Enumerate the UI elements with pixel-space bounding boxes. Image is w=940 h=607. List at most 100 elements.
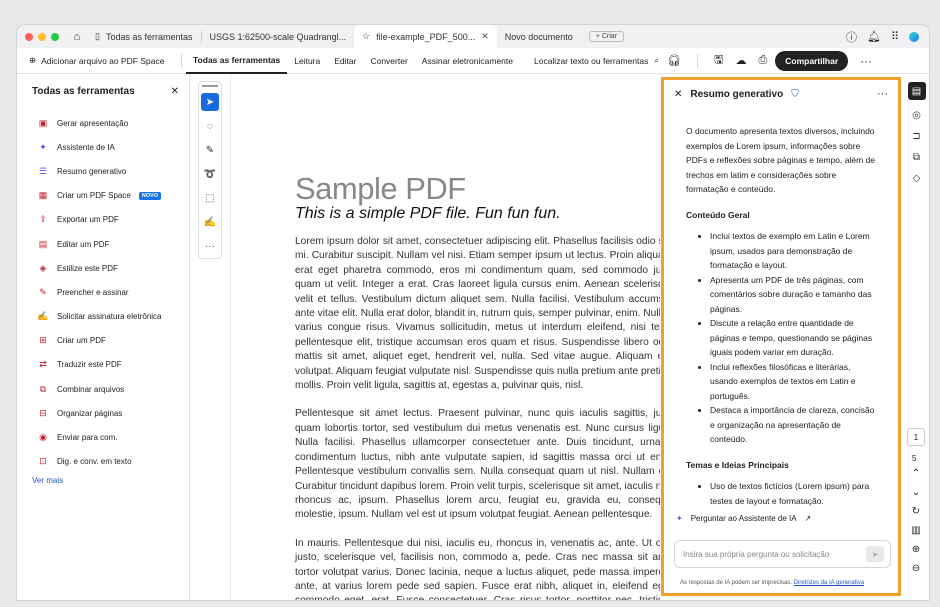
rotate-icon[interactable]: ↻ (912, 506, 920, 517)
home-icon[interactable]: ⌂ (67, 31, 87, 43)
summary-section-title: Conteúdo Geral (686, 209, 750, 220)
tab-all-tools[interactable]: ▯ Todas as ferramentas (87, 25, 201, 48)
star-icon[interactable]: ☆ (362, 31, 370, 42)
zoom-in-icon[interactable]: ⊕ (912, 544, 920, 555)
new-tab-button[interactable]: + Criar (588, 31, 625, 42)
page-scan-icon[interactable]: ▥ (911, 525, 920, 536)
open-external-icon: ↗ (804, 514, 812, 523)
close-window-button[interactable] (25, 32, 33, 41)
summary-panel-icon[interactable]: ▤ (907, 82, 926, 100)
tool-scan-ocr[interactable]: ⊡ Dig. e conv. em texto (17, 450, 189, 474)
list-item: Apresenta um PDF de três páginas, com co… (710, 273, 878, 317)
list-item: Inclui reflexões filosóficas e literária… (710, 360, 878, 404)
comment-icon[interactable]: ◌ (201, 117, 219, 135)
divider (697, 53, 699, 68)
more-options-icon[interactable]: ··· (877, 88, 888, 100)
tool-send-comments[interactable]: ◉ Enviar para com. (17, 425, 189, 449)
layers-icon[interactable]: ◇ (913, 173, 921, 184)
ai-assistant-icon: ✦ (39, 141, 47, 152)
summary-header: ✕ Resumo generativo ⛉ ··· (664, 80, 898, 108)
tool-combine-files[interactable]: ⧉ Combinar arquivos (17, 377, 189, 401)
ai-guidelines-link[interactable]: Diretrizes da IA generativa (794, 580, 864, 586)
lasso-icon[interactable]: ➰ (201, 165, 219, 183)
find-text-button[interactable]: Localizar texto ou ferramentas ⌕ (534, 55, 659, 66)
document-title: Sample PDF (295, 171, 466, 206)
tools-panel-title: Todas as ferramentas (32, 86, 135, 97)
shield-icon[interactable]: ⛉ (791, 89, 799, 100)
document-viewer[interactable]: Sample PDF This is a simple PDF file. Fu… (230, 74, 660, 600)
ask-ai-assistant-button[interactable]: ✦ Perguntar ao Assistente de IA ↗ (676, 514, 811, 523)
menu-edit[interactable]: Editar (327, 48, 363, 74)
menu-read[interactable]: Leitura (287, 48, 327, 74)
tool-generate-presentation[interactable]: ▣ Gerar apresentação (17, 111, 189, 135)
apps-grid-icon[interactable]: ⠿ (891, 30, 899, 43)
tool-create-pdf-space[interactable]: ▦ Criar um PDF Space NOVO (17, 184, 189, 208)
close-icon[interactable]: ✕ (674, 89, 682, 100)
bell-icon[interactable]: 🔔︎ (867, 30, 881, 43)
summary-icon: ☰ (38, 165, 48, 176)
chevron-up-icon[interactable]: ⌃ (912, 468, 920, 479)
drag-handle[interactable] (202, 85, 218, 87)
ai-prompt-input[interactable]: Insira sua própria pergunta ou solicitaç… (674, 540, 891, 568)
tool-organize-pages[interactable]: ⊟ Organizar páginas (17, 401, 189, 425)
toolbar-icons: 🎧︎ 🖫 ☁ ⎙ (667, 51, 767, 70)
bookmark-icon[interactable]: ⊐ (912, 131, 920, 142)
tab-new-document[interactable]: Novo documento (497, 25, 581, 48)
tools-list: ▣ Gerar apresentação ✦ Assistente de IA ☰ R… (17, 111, 189, 474)
share-button[interactable]: Compartilhar (775, 50, 849, 71)
chevron-down-icon[interactable]: ⌄ (912, 487, 920, 498)
pen-icon[interactable]: ✎ (201, 141, 219, 159)
document-paragraph: Lorem ipsum dolor sit amet, consectetuer… (295, 236, 660, 392)
avatar[interactable] (909, 31, 919, 42)
add-to-pdf-space-button[interactable]: ⊕ Adicionar arquivo ao PDF Space (17, 55, 177, 66)
tab-usgs[interactable]: USGS 1:62500-scale Quadrangl... (202, 25, 355, 48)
text-select-icon[interactable]: ⬚ (201, 189, 219, 207)
tool-edit-pdf[interactable]: ▤ Editar um PDF (17, 232, 189, 256)
tool-export-pdf[interactable]: ⇪ Exportar um PDF (17, 208, 189, 232)
see-more-link[interactable]: Ver mais (17, 476, 189, 485)
more-tools-icon[interactable]: ··· (201, 237, 219, 255)
send-icon[interactable]: ➤ (866, 546, 884, 562)
minimize-window-button[interactable] (38, 32, 46, 41)
save-icon[interactable]: 🖫 (714, 51, 723, 70)
tool-fill-sign[interactable]: ✎ Preencher e assinar (17, 280, 189, 304)
tool-request-signature[interactable]: ✍ Solicitar assinatura eletrônica (17, 305, 189, 329)
tool-translate-pdf[interactable]: ⇄ Traduzir este PDF (17, 353, 189, 377)
menu-convert[interactable]: Converter (363, 48, 414, 74)
translate-icon: ⇄ (39, 359, 47, 370)
maximize-window-button[interactable] (51, 32, 59, 41)
upload-cloud-icon[interactable]: ☁ (735, 54, 746, 67)
menu-all-tools[interactable]: Todas as ferramentas (186, 48, 288, 74)
ai-disclaimer: As respostas de IA podem ser imprecisas.… (679, 580, 865, 586)
close-icon[interactable]: ✕ (171, 86, 179, 97)
export-icon: ⇪ (39, 214, 47, 225)
tool-ai-assistant[interactable]: ✦ Assistente de IA (17, 135, 189, 159)
top-menu: Todas as ferramentas Leitura Editar Conv… (186, 48, 520, 74)
panel-icon: ▯ (95, 31, 100, 41)
all-tools-panel: Todas as ferramentas ✕ ▣ Gerar apresentaç… (17, 74, 190, 600)
list-item: Destaca a importância de clareza, concis… (710, 403, 878, 447)
sign-icon[interactable]: ✍ (201, 213, 219, 231)
tabbar-actions: ⓘ 🔔︎ ⠿ (846, 29, 929, 45)
menu-esign[interactable]: Assinar eletronicamente (415, 48, 520, 74)
add-file-icon: ⊕ (29, 55, 37, 65)
help-icon[interactable]: ⓘ (846, 29, 857, 45)
close-tab-icon[interactable]: ✕ (481, 31, 489, 42)
tool-create-pdf[interactable]: ⊞ Criar um PDF (17, 329, 189, 353)
read-aloud-icon[interactable]: 🎧︎ (667, 54, 681, 67)
more-options-icon[interactable]: ··· (860, 54, 872, 68)
ai-sparkle-icon: ✦ (676, 514, 683, 523)
tab-file-example[interactable]: ☆ file-example_PDF_500... ✕ (354, 25, 497, 48)
tool-generative-summary[interactable]: ☰ Resumo generativo (17, 159, 189, 183)
organize-icon: ⊟ (39, 407, 47, 418)
tool-style-pdf[interactable]: ◈ Estilize este PDF (17, 256, 189, 280)
page-count: 5 (912, 454, 917, 463)
current-page-input[interactable]: 1 (907, 428, 925, 446)
pages-icon[interactable]: ⧉ (913, 152, 920, 163)
summary-content: O documento apresenta textos diversos, i… (664, 108, 898, 508)
print-icon[interactable]: ⎙ (758, 54, 767, 67)
combine-icon: ⧉ (39, 383, 47, 394)
zoom-out-icon[interactable]: ⊖ (912, 563, 920, 574)
select-cursor-icon[interactable]: ➤ (201, 93, 219, 111)
comments-icon[interactable]: ◎ (912, 110, 921, 121)
